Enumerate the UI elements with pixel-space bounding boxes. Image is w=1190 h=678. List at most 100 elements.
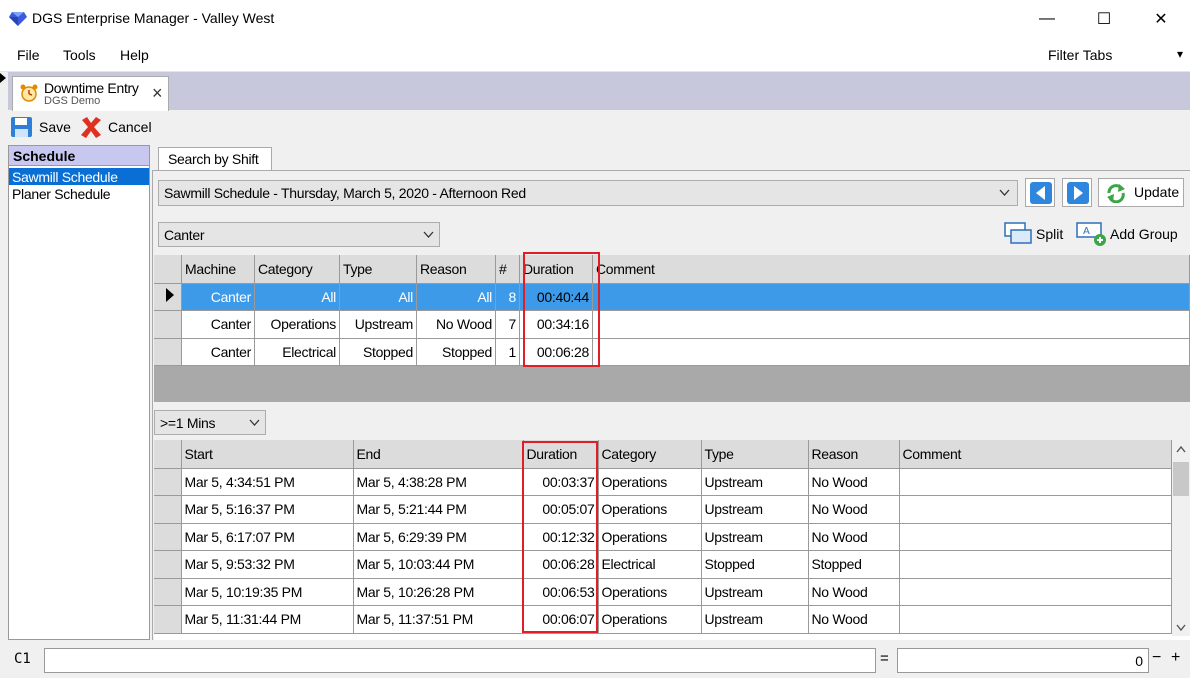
table-cell[interactable]: Upstream <box>701 605 809 634</box>
table-cell[interactable]: 00:03:37 <box>523 468 599 496</box>
table-cell[interactable]: Canter <box>181 310 255 339</box>
table-cell[interactable]: Mar 5, 6:29:39 PM <box>353 523 524 551</box>
column-header[interactable]: Start <box>181 440 354 469</box>
table-cell[interactable]: 00:06:53 <box>523 578 599 606</box>
table-cell[interactable]: Upstream <box>701 495 809 524</box>
table-row[interactable]: Mar 5, 5:16:37 PM Mar 5, 5:21:44 PM 00:05:… <box>154 495 1172 524</box>
filter-tabs-dropdown-icon[interactable]: ▾ <box>1177 47 1183 61</box>
table-cell[interactable] <box>592 310 1190 339</box>
table-cell[interactable] <box>592 338 1190 366</box>
table-cell[interactable]: Electrical <box>254 338 340 366</box>
column-header[interactable]: # <box>495 255 520 284</box>
next-shift-button[interactable] <box>1062 178 1092 207</box>
save-button[interactable]: Save <box>10 114 74 140</box>
table-cell[interactable]: Mar 5, 4:34:51 PM <box>181 468 354 496</box>
table-row[interactable]: Mar 5, 10:19:35 PM Mar 5, 10:26:28 PM 00:0… <box>154 578 1172 606</box>
scroll-up-icon[interactable] <box>1176 446 1186 453</box>
table-row[interactable]: Mar 5, 9:53:32 PM Mar 5, 10:03:44 PM 00:06… <box>154 550 1172 579</box>
schedule-item-planer[interactable]: Planer Schedule <box>9 185 149 202</box>
scrollbar-thumb[interactable] <box>1173 462 1189 496</box>
table-cell[interactable]: 1 <box>495 338 520 366</box>
table-cell[interactable]: Stopped <box>339 338 417 366</box>
table-cell[interactable]: Mar 5, 10:03:44 PM <box>353 550 524 579</box>
table-cell[interactable] <box>899 495 1172 524</box>
table-cell[interactable]: Canter <box>181 338 255 366</box>
row-selector[interactable] <box>154 523 182 551</box>
table-cell[interactable]: Canter <box>181 283 255 311</box>
scroll-down-icon[interactable] <box>1176 624 1186 631</box>
table-cell[interactable]: 00:40:44 <box>519 283 593 311</box>
table-cell[interactable]: Upstream <box>701 523 809 551</box>
table-cell[interactable] <box>899 605 1172 634</box>
table-cell[interactable]: Operations <box>598 468 702 496</box>
previous-shift-button[interactable] <box>1025 178 1055 207</box>
cancel-button[interactable]: Cancel <box>79 114 157 140</box>
table-cell[interactable]: 00:12:32 <box>523 523 599 551</box>
table-cell[interactable]: Mar 5, 10:19:35 PM <box>181 578 354 606</box>
table-cell[interactable]: Operations <box>598 605 702 634</box>
tab-close-icon[interactable]: × <box>152 83 163 104</box>
table-cell[interactable]: 00:06:28 <box>523 550 599 579</box>
table-cell[interactable]: No Wood <box>808 468 900 496</box>
table-cell[interactable]: 00:06:28 <box>519 338 593 366</box>
table-cell[interactable]: Operations <box>598 523 702 551</box>
machine-select[interactable]: Canter <box>158 222 440 247</box>
vertical-scrollbar[interactable] <box>1172 440 1190 636</box>
table-cell[interactable]: No Wood <box>808 578 900 606</box>
formula-input[interactable] <box>44 648 876 673</box>
table-row[interactable]: Canter All All All 8 00:40:44 <box>154 283 1190 311</box>
menu-file[interactable]: File <box>17 47 40 63</box>
row-selector[interactable] <box>154 605 182 634</box>
column-header[interactable]: Comment <box>592 255 1190 284</box>
row-selector[interactable] <box>154 310 182 339</box>
increment-button[interactable]: + <box>1171 649 1180 667</box>
shift-select[interactable]: Sawmill Schedule - Thursday, March 5, 20… <box>158 180 1018 206</box>
table-cell[interactable]: 00:06:07 <box>523 605 599 634</box>
table-row[interactable]: Mar 5, 6:17:07 PM Mar 5, 6:29:39 PM 00:12:… <box>154 523 1172 551</box>
tab-search-by-shift[interactable]: Search by Shift <box>158 147 272 171</box>
column-header[interactable]: Category <box>598 440 702 469</box>
table-cell[interactable] <box>899 550 1172 579</box>
decrement-button[interactable]: − <box>1152 649 1161 667</box>
table-row[interactable]: Canter Electrical Stopped Stopped 1 00:0… <box>154 338 1190 366</box>
row-selector[interactable] <box>154 578 182 606</box>
column-header[interactable]: Machine <box>181 255 255 284</box>
table-cell[interactable]: All <box>254 283 340 311</box>
row-selector[interactable] <box>154 338 182 366</box>
add-group-button[interactable]: A Add Group <box>1076 220 1186 248</box>
table-cell[interactable]: 00:34:16 <box>519 310 593 339</box>
table-cell[interactable]: Mar 5, 11:37:51 PM <box>353 605 524 634</box>
split-button[interactable]: Split <box>1003 220 1069 248</box>
column-header[interactable]: Reason <box>808 440 900 469</box>
table-cell[interactable] <box>899 468 1172 496</box>
minimize-button[interactable]: — <box>1018 0 1076 38</box>
table-cell[interactable]: Mar 5, 5:21:44 PM <box>353 495 524 524</box>
table-cell[interactable] <box>899 578 1172 606</box>
column-header[interactable]: Comment <box>899 440 1172 469</box>
table-cell[interactable]: Operations <box>598 578 702 606</box>
table-cell[interactable]: Upstream <box>701 578 809 606</box>
table-cell[interactable]: All <box>339 283 417 311</box>
table-cell[interactable]: Stopped <box>701 550 809 579</box>
row-selector[interactable] <box>154 550 182 579</box>
column-header[interactable]: Duration <box>519 255 593 284</box>
menu-tools[interactable]: Tools <box>63 47 96 63</box>
table-cell[interactable] <box>899 523 1172 551</box>
table-cell[interactable]: 00:05:07 <box>523 495 599 524</box>
row-selector[interactable] <box>154 468 182 496</box>
table-cell[interactable]: Operations <box>254 310 340 339</box>
table-cell[interactable]: Stopped <box>808 550 900 579</box>
row-selector[interactable] <box>154 495 182 524</box>
table-cell[interactable]: Mar 5, 10:26:28 PM <box>353 578 524 606</box>
table-cell[interactable] <box>592 283 1190 311</box>
column-header[interactable]: Category <box>254 255 340 284</box>
update-button[interactable]: Update <box>1098 178 1184 207</box>
menu-help[interactable]: Help <box>120 47 149 63</box>
table-cell[interactable]: Mar 5, 11:31:44 PM <box>181 605 354 634</box>
result-field[interactable]: 0 <box>897 648 1149 673</box>
table-cell[interactable]: Mar 5, 6:17:07 PM <box>181 523 354 551</box>
table-row[interactable]: Canter Operations Upstream No Wood 7 00:… <box>154 310 1190 339</box>
table-cell[interactable]: Mar 5, 9:53:32 PM <box>181 550 354 579</box>
table-cell[interactable]: No Wood <box>416 310 496 339</box>
table-cell[interactable]: No Wood <box>808 523 900 551</box>
